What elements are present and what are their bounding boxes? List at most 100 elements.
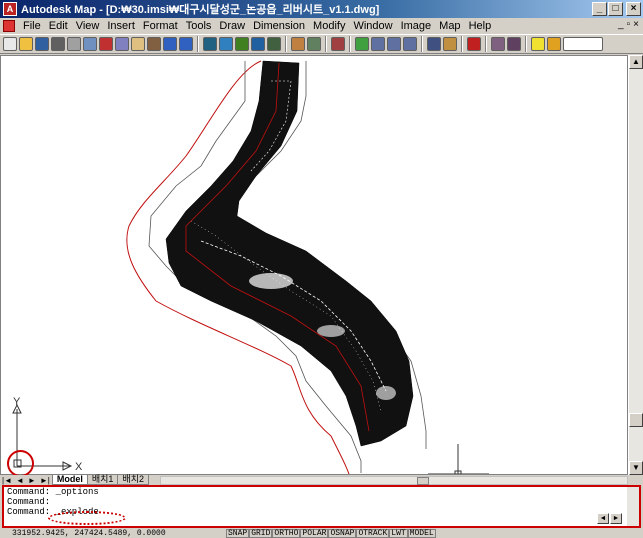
hscroll-thumb[interactable] — [417, 477, 429, 485]
tab-prev-button[interactable]: ◄ — [14, 476, 26, 485]
explode-highlight-circle — [48, 511, 126, 525]
named-views-icon[interactable] — [331, 37, 345, 51]
design-center-icon[interactable] — [443, 37, 457, 51]
zoom-window-icon[interactable] — [387, 37, 401, 51]
doc-close-button[interactable]: × — [633, 19, 639, 30]
menu-dimension[interactable]: Dimension — [249, 20, 309, 32]
menu-bar: File Edit View Insert Format Tools Draw … — [0, 18, 643, 34]
river-white-patch — [317, 325, 345, 337]
maximize-button[interactable]: □ — [608, 2, 623, 16]
open-icon[interactable] — [19, 37, 33, 51]
menu-help[interactable]: Help — [465, 20, 496, 32]
zoom-realtime-icon[interactable] — [371, 37, 385, 51]
lightbulb-icon[interactable] — [531, 37, 545, 51]
pan-icon[interactable] — [355, 37, 369, 51]
grid-toggle[interactable]: GRID — [249, 529, 273, 538]
undo-icon[interactable] — [163, 37, 177, 51]
dimension-icon[interactable] — [307, 37, 321, 51]
coordinate-readout: 331952.9425, 247424.5489, 0.0000 — [12, 529, 166, 538]
command-history-line: Command: _options — [7, 487, 99, 497]
menu-window[interactable]: Window — [349, 20, 396, 32]
tab-model[interactable]: Model — [51, 475, 88, 485]
otrack-toggle[interactable]: OTRACK — [356, 529, 390, 538]
redo-icon[interactable] — [179, 37, 193, 51]
doc-restore-button[interactable]: ▫ — [627, 19, 631, 30]
tab-first-button[interactable]: |◄ — [0, 476, 14, 485]
osnap-toggle[interactable]: OSNAP — [328, 529, 357, 538]
menu-file[interactable]: File — [19, 20, 45, 32]
sun-icon[interactable] — [547, 37, 561, 51]
layer-dropdown[interactable] — [563, 37, 603, 51]
ortho-toggle[interactable]: ORTHO — [272, 529, 301, 538]
cut-icon[interactable] — [99, 37, 113, 51]
new-icon[interactable] — [3, 37, 17, 51]
scroll-down-arrow[interactable]: ▼ — [629, 461, 643, 475]
toolbar-separator — [485, 36, 487, 52]
lwt-toggle[interactable]: LWT — [389, 529, 408, 538]
snap-toggle[interactable]: SNAP — [226, 529, 250, 538]
menu-edit[interactable]: Edit — [45, 20, 72, 32]
polar-toggle[interactable]: POLAR — [300, 529, 329, 538]
vertical-scrollbar[interactable]: ▲ ▼ — [628, 55, 643, 475]
drawing-canvas[interactable]: Y X — [0, 55, 628, 475]
drawing-svg: Y X — [12, 60, 489, 474]
window-title: Autodesk Map - [D:₩30.imsi₩대구시달성군_논공읍_리버… — [21, 4, 380, 16]
command-window[interactable]: Command: _options Command: Command: _exp… — [2, 485, 641, 528]
zoom-previous-icon[interactable] — [403, 37, 417, 51]
cloud-icon[interactable] — [235, 37, 249, 51]
tab-layout2[interactable]: 배치2 — [117, 475, 149, 485]
ucs-y-label: Y — [13, 396, 21, 408]
status-bar: 331952.9425, 247424.5489, 0.0000 SNAP GR… — [0, 529, 643, 538]
find-icon[interactable] — [83, 37, 97, 51]
print-icon[interactable] — [51, 37, 65, 51]
ucs-x-label: X — [75, 461, 83, 473]
horizontal-scrollbar[interactable] — [160, 476, 628, 485]
cmd-scroll-left-arrow[interactable]: ◄ — [597, 513, 609, 524]
save-icon[interactable] — [35, 37, 49, 51]
paste-icon[interactable] — [131, 37, 145, 51]
standard-toolbar — [0, 34, 643, 54]
model-toggle[interactable]: MODEL — [407, 529, 436, 538]
command-vertical-scrollbar[interactable] — [627, 487, 639, 526]
toolbar-separator — [525, 36, 527, 52]
properties-icon[interactable] — [427, 37, 441, 51]
tab-next-button[interactable]: ► — [26, 476, 38, 485]
ucs-icon[interactable] — [291, 37, 305, 51]
toolbar-separator — [421, 36, 423, 52]
menu-tools[interactable]: Tools — [182, 20, 216, 32]
map-icon[interactable] — [203, 37, 217, 51]
document-icon[interactable] — [3, 20, 15, 32]
river-white-patch — [249, 273, 293, 289]
title-bar: A Autodesk Map - [D:₩30.imsi₩대구시달성군_논공읍_… — [0, 0, 643, 18]
tab-layout1[interactable]: 배치1 — [86, 475, 119, 485]
toolbar-separator — [197, 36, 199, 52]
doc-minimize-button[interactable]: _ — [618, 19, 624, 30]
match-properties-icon[interactable] — [147, 37, 161, 51]
menu-modify[interactable]: Modify — [309, 20, 349, 32]
globe-icon[interactable] — [251, 37, 265, 51]
publish-icon[interactable] — [219, 37, 233, 51]
river-survey-mesh — [165, 60, 414, 447]
help-icon[interactable] — [467, 37, 481, 51]
cmd-scroll-right-arrow[interactable]: ► — [610, 513, 622, 524]
minimize-button[interactable]: _ — [592, 2, 607, 16]
scroll-up-arrow[interactable]: ▲ — [629, 55, 643, 69]
menu-insert[interactable]: Insert — [103, 20, 139, 32]
autodesk-map-icon: A — [3, 2, 17, 16]
toolbar-separator — [325, 36, 327, 52]
scroll-thumb[interactable] — [629, 413, 643, 427]
menu-format[interactable]: Format — [139, 20, 182, 32]
print-preview-icon[interactable] — [67, 37, 81, 51]
copy-icon[interactable] — [115, 37, 129, 51]
river-white-patch — [376, 386, 396, 400]
layer-state-icon[interactable] — [507, 37, 521, 51]
orbit-icon[interactable] — [267, 37, 281, 51]
menu-image[interactable]: Image — [397, 20, 436, 32]
layers-icon[interactable] — [491, 37, 505, 51]
tab-last-button[interactable]: ►| — [38, 476, 52, 485]
close-button[interactable]: × — [626, 2, 641, 16]
menu-draw[interactable]: Draw — [215, 20, 249, 32]
menu-view[interactable]: View — [72, 20, 104, 32]
menu-map[interactable]: Map — [435, 20, 464, 32]
toolbar-separator — [285, 36, 287, 52]
